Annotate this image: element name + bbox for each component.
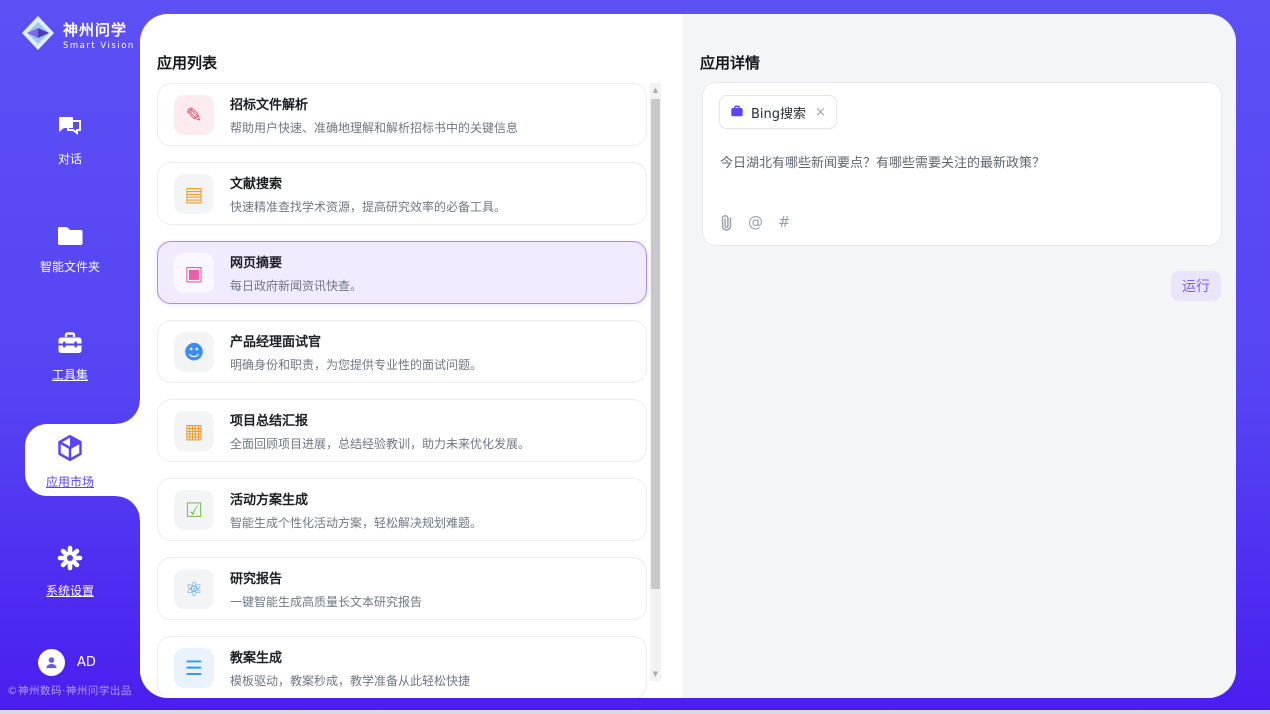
sidebar-item-label: 系统设置	[0, 582, 140, 599]
input-toolbar: @ #	[720, 213, 791, 231]
tool-chip-bing-search[interactable]: Bing搜索 ×	[719, 95, 837, 129]
paperclip-icon[interactable]	[720, 214, 733, 231]
app-card[interactable]: ☻ 产品经理面试官 明确身份和职责，为您提供专业性的面试问题。	[157, 320, 647, 383]
app-desc: 智能生成个性化活动方案，轻松解决规划难题。	[230, 514, 482, 531]
app-title: 文献搜索	[230, 173, 506, 192]
app-card[interactable]: ☑ 活动方案生成 智能生成个性化活动方案，轻松解决规划难题。	[157, 478, 647, 541]
edit-doc-icon: ✎	[174, 95, 214, 135]
gear-icon	[0, 544, 140, 576]
sidebar-item-smart-folder[interactable]: 智能文件夹	[0, 224, 140, 275]
interviewer-icon: ☻	[174, 332, 214, 372]
calendar-icon: ▦	[174, 411, 214, 451]
chat-icon	[0, 114, 140, 144]
query-input[interactable]: 今日湖北有哪些新闻要点？有哪些需要关注的最新政策？	[720, 152, 1200, 171]
microscope-icon: ⚛	[174, 569, 214, 609]
sidebar-item-app-market[interactable]: 应用市场	[0, 433, 140, 490]
app-window: 神州问学 Smart Vision 对话 智能文件夹	[0, 0, 1270, 710]
toolbox-icon	[0, 331, 140, 360]
app-desc: 明确身份和职责，为您提供专业性的面试问题。	[230, 356, 482, 373]
app-desc: 帮助用户快速、准确地理解和解析招标书中的关键信息	[230, 119, 518, 136]
app-detail-panel: 应用详情 Bing搜索 × 今日湖北有哪些新闻要点？有哪些需要关注的最新政策？	[682, 14, 1236, 698]
app-desc: 全面回顾项目进展，总结经验教训，助力未来优化发展。	[230, 435, 530, 452]
app-list-title: 应用列表	[157, 52, 217, 73]
bubble-notch-bottom	[116, 496, 140, 520]
sidebar-item-label: 智能文件夹	[0, 258, 140, 275]
main-content: 应用列表 ✎ 招标文件解析 帮助用户快速、准确地理解和解析招标书中的关键信息 ▤…	[140, 14, 1236, 698]
close-icon[interactable]: ×	[815, 105, 826, 120]
app-list-panel: 应用列表 ✎ 招标文件解析 帮助用户快速、准确地理解和解析招标书中的关键信息 ▤…	[140, 14, 682, 698]
user-name: AD	[77, 655, 96, 670]
app-title: 研究报告	[230, 568, 422, 587]
sidebar: 神州问学 Smart Vision 对话 智能文件夹	[0, 0, 140, 710]
browser-code-icon: ▣	[174, 253, 214, 293]
scroll-down-icon[interactable]: ▼	[650, 667, 661, 681]
scroll-up-icon[interactable]: ▲	[650, 83, 661, 97]
app-card[interactable]: ⚛ 研究报告 一键智能生成高质量长文本研究报告	[157, 557, 647, 620]
app-detail-title: 应用详情	[700, 52, 760, 73]
user-account[interactable]: AD	[38, 649, 96, 676]
list-scrollbar[interactable]: ▲ ▼	[650, 83, 661, 681]
bubble-notch-top	[116, 400, 140, 424]
sidebar-item-label: 应用市场	[0, 473, 140, 490]
app-card[interactable]: ☰ 教案生成 模板驱动，教案秒成，教学准备从此轻松快捷	[157, 636, 647, 698]
briefcase-icon	[730, 103, 744, 122]
books-icon: ☰	[174, 648, 214, 688]
app-title: 网页摘要	[230, 252, 362, 271]
app-desc: 模板驱动，教案秒成，教学准备从此轻松快捷	[230, 672, 470, 689]
app-card-list: ✎ 招标文件解析 帮助用户快速、准确地理解和解析招标书中的关键信息 ▤ 文献搜索…	[157, 83, 647, 698]
clipboard-check-icon: ☑	[174, 490, 214, 530]
app-card[interactable]: ▣ 网页摘要 每日政府新闻资讯快查。	[157, 241, 647, 304]
app-logo: 神州问学 Smart Vision	[20, 14, 135, 56]
run-button[interactable]: 运行	[1171, 271, 1221, 301]
tool-chip-label: Bing搜索	[751, 103, 806, 122]
person-icon	[44, 655, 59, 670]
app-title: 活动方案生成	[230, 489, 482, 508]
logo-title: 神州问学	[63, 21, 127, 39]
folder-icon	[0, 224, 140, 252]
logo-subtitle: Smart Vision	[63, 41, 135, 51]
copyright-text: ©神州数码·神州问学出品	[7, 683, 132, 698]
app-card[interactable]: ▤ 文献搜索 快速精准查找学术资源，提高研究效率的必备工具。	[157, 162, 647, 225]
prompt-card: Bing搜索 × 今日湖北有哪些新闻要点？有哪些需要关注的最新政策？ @ #	[702, 82, 1222, 246]
book-icon: ▤	[174, 174, 214, 214]
cube-icon	[0, 433, 140, 467]
sidebar-item-label: 对话	[0, 150, 140, 167]
app-title: 招标文件解析	[230, 94, 518, 113]
topic-icon[interactable]: #	[778, 213, 791, 231]
mention-icon[interactable]: @	[748, 213, 763, 231]
sidebar-item-chat[interactable]: 对话	[0, 114, 140, 167]
avatar	[38, 649, 65, 676]
logo-diamond-icon	[20, 14, 56, 56]
app-card[interactable]: ▦ 项目总结汇报 全面回顾项目进展，总结经验教训，助力未来优化发展。	[157, 399, 647, 462]
app-card[interactable]: ✎ 招标文件解析 帮助用户快速、准确地理解和解析招标书中的关键信息	[157, 83, 647, 146]
scrollbar-thumb[interactable]	[651, 99, 660, 589]
app-title: 产品经理面试官	[230, 331, 482, 350]
sidebar-item-settings[interactable]: 系统设置	[0, 544, 140, 599]
app-title: 教案生成	[230, 647, 470, 666]
app-desc: 一键智能生成高质量长文本研究报告	[230, 593, 422, 610]
app-title: 项目总结汇报	[230, 410, 530, 429]
app-desc: 快速精准查找学术资源，提高研究效率的必备工具。	[230, 198, 506, 215]
sidebar-item-label: 工具集	[0, 366, 140, 383]
sidebar-item-toolset[interactable]: 工具集	[0, 331, 140, 383]
app-desc: 每日政府新闻资讯快查。	[230, 277, 362, 294]
